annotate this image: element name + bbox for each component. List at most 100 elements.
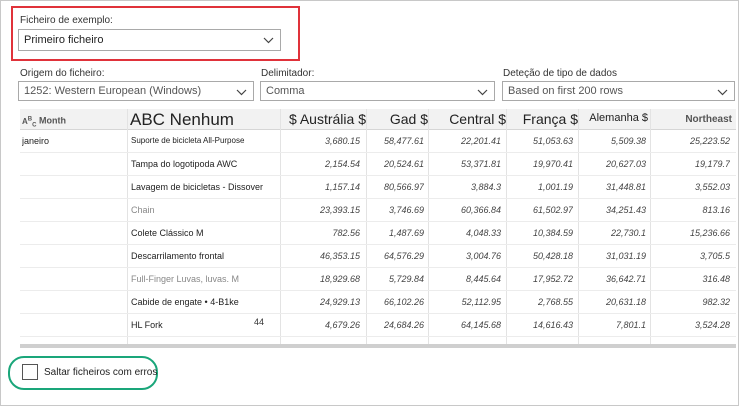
sample-file-dropdown[interactable]: Primeiro ficheiro — [18, 29, 281, 51]
cell-value: 51,053.63 — [532, 136, 573, 146]
cell-value: 53,371.81 — [460, 159, 501, 169]
cell-value: 10,384.59 — [532, 228, 573, 238]
cell-value: 3,705.5 — [699, 251, 730, 261]
cell-value: 5,509.38 — [610, 136, 646, 146]
cell-value: 22,730.1 — [610, 228, 646, 238]
chevron-down-icon — [477, 87, 488, 99]
cell-product-name: Full-Finger Luvas, luvas. M — [131, 274, 240, 284]
column-header-gad[interactable]: Gad $ — [366, 109, 428, 130]
cell-value: 36,642.71 — [605, 274, 646, 284]
cell-product-name: Tampa do logotipoda AWC — [131, 159, 238, 169]
delimiter-label: Delimitador: — [261, 68, 315, 79]
table-row: Cabide de engate • 4-B1ke 24,929.13 66,102… — [20, 291, 736, 314]
cell-value: 1,487.69 — [388, 228, 424, 238]
cell-month — [22, 314, 122, 336]
cell-value: 50,428.18 — [532, 251, 573, 261]
chevron-down-icon — [717, 87, 728, 99]
cell-product-name: Colete Clássico M — [131, 228, 204, 238]
cell-value: 8,445.64 — [465, 274, 501, 284]
table-row: Chain 23,393.15 3,746.69 60,366.84 61,502.97… — [20, 199, 736, 222]
cell-value: 52,112.95 — [461, 297, 501, 307]
cell-value: 3,004.76 — [465, 251, 501, 261]
detection-label: Deteção de tipo de dados — [503, 68, 617, 79]
column-header-northeast[interactable]: Northeast — [650, 109, 732, 130]
cell-value: 5,729.84 — [388, 274, 424, 284]
horizontal-scrollbar[interactable] — [20, 344, 736, 348]
cell-value: 23,393.15 — [319, 205, 360, 215]
cell-value: 60,366.84 — [460, 205, 501, 215]
cell-month — [22, 245, 122, 267]
cell-product-name: Suporte de bicicleta All-Purpose — [131, 136, 245, 145]
preview-table: ABC Month ABC Nenhum $ Austrália $ Gad $… — [20, 109, 736, 345]
cell-month — [22, 222, 122, 244]
cell-value: 4,048.33 — [465, 228, 501, 238]
cell-product-name: Chain — [131, 205, 155, 215]
cell-value: 1,001.19 — [537, 182, 573, 192]
cell-value: 31,031.19 — [605, 251, 646, 261]
cell-value: 813.16 — [702, 205, 730, 215]
cell-month — [22, 199, 122, 221]
origin-label: Origem do ficheiro: — [20, 68, 105, 79]
cell-value: 66,102.26 — [383, 297, 424, 307]
skip-errors-checkbox[interactable] — [22, 364, 38, 380]
cell-value: 14,616.43 — [532, 320, 573, 330]
table-row: Colete Clássico M 782.56 1,487.69 4,048.33 1… — [20, 222, 736, 245]
cell-product-name: Lavagem de bicicletas - Dissover — [131, 182, 264, 192]
cell-value: 19,970.41 — [532, 159, 573, 169]
cell-month — [22, 153, 122, 175]
text-type-icon: ABC — [22, 116, 37, 129]
detection-value: Based on first 200 rows — [508, 85, 623, 97]
chevron-down-icon — [263, 35, 274, 47]
cell-value: 31,448.81 — [605, 182, 646, 192]
cell-value: 3,524.28 — [694, 320, 730, 330]
column-header-alemanha[interactable]: Alemanha $ — [578, 109, 648, 130]
cell-value: 17,952.72 — [532, 274, 573, 284]
cell-value: 2,154.54 — [324, 159, 360, 169]
cell-value: 19,179.7 — [694, 159, 730, 169]
cell-value: 64,576.29 — [383, 251, 424, 261]
dialog-frame: Ficheiro de exemplo: Primeiro ficheiro O… — [0, 0, 739, 406]
table-row: Full-Finger Luvas, luvas. M 18,929.68 5,72… — [20, 268, 736, 291]
column-header-name[interactable]: ABC Nenhum — [130, 109, 280, 130]
skip-errors-label: Saltar ficheiros com erros — [44, 367, 158, 378]
detection-dropdown[interactable]: Based on first 200 rows — [502, 81, 735, 101]
cell-value: 3,552.03 — [694, 182, 730, 192]
column-header-franca[interactable]: França $ — [506, 109, 578, 130]
column-header-central[interactable]: Central $ — [428, 109, 506, 130]
cell-value: 15,236.66 — [689, 228, 730, 238]
origin-dropdown[interactable]: 1252: Western European (Windows) — [18, 81, 254, 101]
origin-value: 1252: Western European (Windows) — [24, 85, 202, 97]
cell-value: 1,157.14 — [324, 182, 360, 192]
cell-value: 25,223.52 — [689, 136, 730, 146]
cell-value: 20,524.61 — [383, 159, 424, 169]
cell-value: 80,566.97 — [383, 182, 424, 192]
table-row: HL Fork 4,679.26 24,684.26 64,145.68 14,616.… — [20, 314, 736, 337]
table-row: Lavagem de bicicletas - Dissover 1,157.14… — [20, 176, 736, 199]
cell-value: 2,768.55 — [537, 297, 573, 307]
table-row: janeiro Suporte de bicicleta All-Purpose 3… — [20, 130, 736, 153]
column-header-month-label: Month — [38, 115, 66, 126]
table-row: Tampa do logotipoda AWC 2,154.54 20,524.61… — [20, 153, 736, 176]
cell-value: 20,631.18 — [605, 297, 646, 307]
cell-value: 22,201.41 — [460, 136, 501, 146]
column-header-month[interactable]: ABC Month — [22, 109, 126, 130]
cell-value: 4,679.26 — [324, 320, 360, 330]
cell-value: 7,801.1 — [615, 320, 646, 330]
cell-value: 782.56 — [332, 228, 360, 238]
cell-value: 24,684.26 — [383, 320, 424, 330]
cell-value: 34,251.43 — [605, 205, 646, 215]
cell-product-name: Descarrilamento frontal — [131, 251, 225, 261]
cell-month — [22, 291, 122, 313]
delimiter-dropdown[interactable]: Comma — [260, 81, 495, 101]
cell-value: 18,929.68 — [319, 274, 360, 284]
column-header-australia[interactable]: $ Austrália $ — [282, 109, 366, 130]
cell-value: 20,627.03 — [605, 159, 646, 169]
cell-value: 316.48 — [702, 274, 730, 284]
sample-file-value: Primeiro ficheiro — [24, 34, 104, 46]
stray-number: 44 — [254, 317, 265, 327]
cell-month: janeiro — [22, 136, 50, 146]
cell-month — [22, 268, 122, 290]
cell-value: 3,680.15 — [324, 136, 360, 146]
cell-value: 24,929.13 — [319, 297, 360, 307]
cell-value: 64,145.68 — [460, 320, 501, 330]
